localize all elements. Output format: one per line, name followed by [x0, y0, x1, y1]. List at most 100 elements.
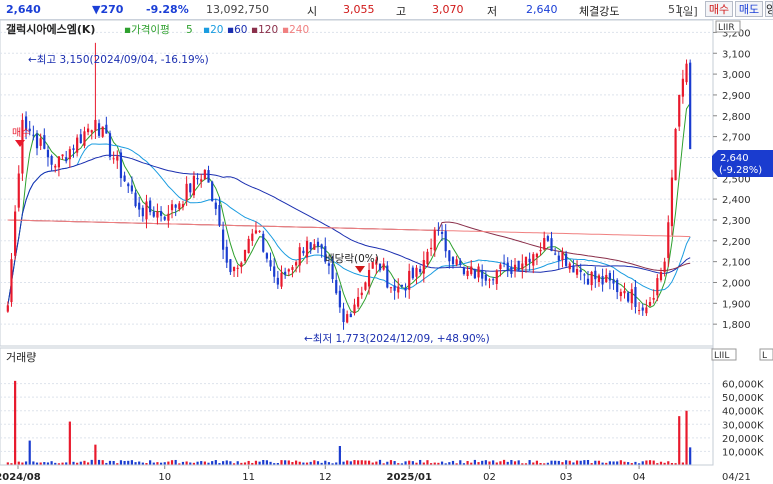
high-annotation: ←최고 3,150(2024/09/04, -16.19%) — [28, 54, 209, 66]
volume-bar — [568, 460, 571, 465]
volume-bar — [510, 460, 513, 465]
volume-bar — [528, 460, 531, 465]
date-tick-label: 12 — [319, 472, 332, 483]
volume-bar — [127, 460, 130, 465]
volume-tick-label: 30,000K — [722, 420, 764, 431]
price-tick-label: 2,800 — [722, 112, 751, 123]
volume-bar — [411, 461, 414, 465]
volume-tick-label: 40,000K — [722, 407, 764, 418]
volume-bar — [484, 460, 487, 465]
ma-legend-label: ▪가격이평 — [124, 23, 170, 36]
volume-bar — [123, 460, 126, 465]
volume-bar — [364, 460, 367, 465]
price-panel-frame — [0, 19, 714, 347]
volume-bar — [375, 461, 378, 465]
date-axis-ticks: 2024/08 10 11 12 2025/01 02 03 04 — [0, 465, 645, 483]
volume-bar — [174, 459, 177, 465]
volume-bar — [648, 460, 652, 465]
volume-bar — [513, 461, 517, 465]
volume-bar — [535, 460, 539, 465]
date-tick-label: 04 — [633, 472, 646, 483]
candle — [108, 130, 112, 161]
open-value: 3,055 — [343, 3, 375, 16]
volume-bar — [280, 460, 283, 465]
volume-scale-tab-right[interactable]: L — [762, 351, 767, 361]
date-tick-label: 11 — [242, 472, 255, 483]
volume-bar — [389, 460, 393, 465]
volume-bar — [24, 461, 28, 465]
volume-bar — [378, 459, 382, 465]
volume-bar — [185, 461, 188, 465]
ma-legend-item: ▪120 — [251, 24, 278, 36]
candle — [627, 291, 630, 303]
price-scale-tab[interactable]: LIIR — [718, 23, 735, 33]
high-label: 고 — [396, 5, 407, 18]
period-selector[interactable]: [일] — [679, 3, 698, 19]
price-tick-label: 1,900 — [722, 299, 751, 310]
current-rate-tag: (-9.28%) — [719, 165, 762, 176]
volume-bar — [367, 460, 371, 465]
volume-bar — [678, 416, 681, 465]
strength-label: 체결강도 — [579, 5, 620, 18]
volume-bar — [404, 461, 407, 465]
volume-bar — [83, 460, 86, 465]
volume-bar — [502, 459, 506, 465]
volume-bar — [324, 460, 327, 465]
price-tick-label: 3,100 — [722, 49, 751, 60]
volume-bar — [214, 460, 217, 465]
volume-bar — [17, 461, 20, 465]
volume-bar — [554, 460, 557, 465]
extra-button[interactable]: 잉 — [765, 1, 773, 17]
candle — [364, 281, 367, 292]
volume-bar — [200, 461, 203, 465]
volume-bar — [108, 460, 112, 465]
candle — [10, 253, 13, 307]
candle — [517, 260, 520, 272]
price-change: ▼270 — [92, 3, 124, 16]
price-tick-label: 1,800 — [722, 320, 751, 331]
volume-bar — [32, 461, 35, 465]
volume-bar — [97, 459, 101, 465]
volume-bar — [265, 460, 268, 465]
volume-axis-ticks: 10,000K 20,000K 30,000K 40,000K 50,000K 60,00… — [722, 380, 764, 459]
volume-bar — [149, 460, 152, 465]
volume-tick-label: 50,000K — [722, 393, 764, 404]
low-annotation: ←최저 1,773(2024/12/09, +48.90%) — [304, 333, 490, 345]
volume-bar — [473, 459, 476, 465]
sell-button[interactable]: 매도 — [735, 1, 763, 17]
volume-bar — [393, 461, 396, 465]
volume-bar — [517, 460, 520, 465]
buy-button[interactable]: 매수 — [705, 1, 733, 17]
volume-bar — [550, 460, 553, 465]
candle — [473, 268, 476, 280]
ma-legend-item: ▪60 — [227, 24, 247, 36]
volume-scale-tab[interactable]: LIIL — [714, 351, 729, 361]
volume-bar — [360, 460, 363, 465]
volume-bar — [466, 461, 469, 465]
change-rate: -9.28% — [146, 3, 189, 16]
volume-bar — [426, 460, 429, 465]
price-tick-label: 2,200 — [722, 237, 751, 248]
volume-bar — [14, 380, 17, 465]
volume-bar — [685, 410, 688, 465]
chart-area[interactable]: 1,8001,9002,0002,1002,2002,3002,4002,500… — [0, 19, 773, 484]
price-tick-label: 3,000 — [722, 70, 751, 81]
candle — [21, 113, 24, 181]
ma-legend: ▪가격이평 5 ▪20 ▪60 ▪120 ▪240 — [124, 23, 309, 36]
volume-bar — [211, 461, 214, 465]
volume-bar — [247, 460, 250, 465]
volume-bar — [608, 461, 611, 465]
quote-bar: 2,640 ▼270 -9.28% 13,092,750 시 3,055 고 3… — [0, 0, 773, 20]
price-tick-label: 2,100 — [722, 258, 751, 269]
buy-signal-marker: 매수 — [12, 127, 30, 139]
volume-tick-label: 20,000K — [722, 434, 764, 445]
volume-bar — [575, 460, 579, 465]
price-axis-ticks: 1,8001,9002,0002,1002,2002,3002,4002,500… — [713, 28, 751, 331]
volume-tick-label: 10,000K — [722, 447, 764, 458]
date-tick-label: 02 — [483, 472, 496, 483]
volume-bar — [225, 460, 228, 465]
volume-bar — [579, 460, 582, 465]
candle — [211, 180, 214, 202]
volume-bar — [229, 461, 232, 465]
price-tick-label: 2,000 — [722, 278, 751, 289]
